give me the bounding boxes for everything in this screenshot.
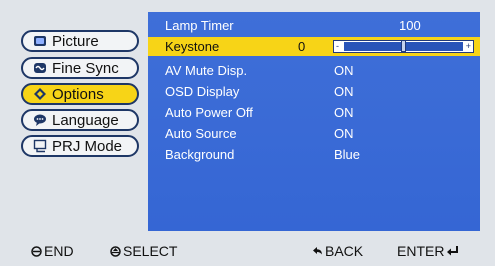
footer-enter-label: ENTER (397, 243, 445, 259)
slider-plus[interactable]: + (466, 40, 471, 53)
end-icon (31, 245, 42, 257)
menu-item-picture[interactable]: Picture (21, 30, 139, 52)
row-osd-display[interactable]: OSD Display ON (148, 82, 480, 101)
prj-mode-icon (33, 139, 47, 153)
back-arrow-icon (312, 246, 323, 257)
keystone-slider[interactable]: - + (333, 40, 474, 53)
row-keystone[interactable]: Keystone 0 - + (148, 37, 480, 56)
footer-end: END (31, 243, 74, 259)
slider-minus[interactable]: - (336, 40, 339, 53)
slider-thumb[interactable] (401, 40, 406, 52)
menu-item-label: Language (52, 111, 119, 129)
picture-icon (33, 34, 47, 48)
menu-item-language[interactable]: Language (21, 109, 139, 131)
menu-item-fine-sync[interactable]: Fine Sync (21, 57, 139, 79)
footer-end-label: END (44, 243, 74, 259)
row-auto-source[interactable]: Auto Source ON (148, 124, 480, 143)
row-auto-power-off[interactable]: Auto Power Off ON (148, 103, 480, 122)
menu-item-options[interactable]: Options (21, 83, 139, 105)
row-label: Auto Power Off (165, 105, 253, 120)
row-label: Auto Source (165, 126, 237, 141)
row-value: ON (334, 105, 354, 120)
row-label: Keystone (165, 39, 220, 54)
options-icon (33, 87, 47, 101)
language-icon (33, 113, 47, 127)
footer-bar: END SELECT BACK ENTER (0, 235, 495, 266)
footer-back: BACK (312, 243, 363, 259)
row-value: 0 (298, 39, 306, 54)
menu-item-label: Options (52, 85, 104, 103)
fine-sync-icon (33, 61, 47, 75)
menu-item-label: Picture (52, 32, 99, 50)
row-label: Lamp Timer (165, 18, 234, 33)
footer-select: SELECT (110, 243, 177, 259)
footer-back-label: BACK (325, 243, 364, 259)
row-av-mute-disp[interactable]: AV Mute Disp. ON (148, 61, 480, 80)
osd-menu: Picture Fine Sync Options Language PRJ M… (0, 0, 495, 266)
footer-select-label: SELECT (123, 243, 178, 259)
menu-item-label: PRJ Mode (52, 137, 123, 155)
row-label: AV Mute Disp. (165, 63, 248, 78)
row-label: Background (165, 147, 235, 162)
row-value: 100 (399, 18, 421, 33)
row-background[interactable]: Background Blue (148, 145, 480, 164)
select-icon (110, 245, 121, 257)
menu-item-label: Fine Sync (52, 59, 119, 77)
enter-arrow-icon (446, 245, 459, 257)
footer-enter: ENTER (397, 243, 461, 259)
row-value: ON (334, 63, 354, 78)
row-value: ON (334, 84, 354, 99)
row-lamp-timer[interactable]: Lamp Timer 100 (148, 16, 480, 35)
row-value: ON (334, 126, 354, 141)
row-value: Blue (334, 147, 361, 162)
row-label: OSD Display (165, 84, 240, 99)
options-panel: Lamp Timer 100 Keystone 0 - + AV Mute Di… (148, 12, 480, 231)
menu-item-prj-mode[interactable]: PRJ Mode (21, 135, 139, 157)
